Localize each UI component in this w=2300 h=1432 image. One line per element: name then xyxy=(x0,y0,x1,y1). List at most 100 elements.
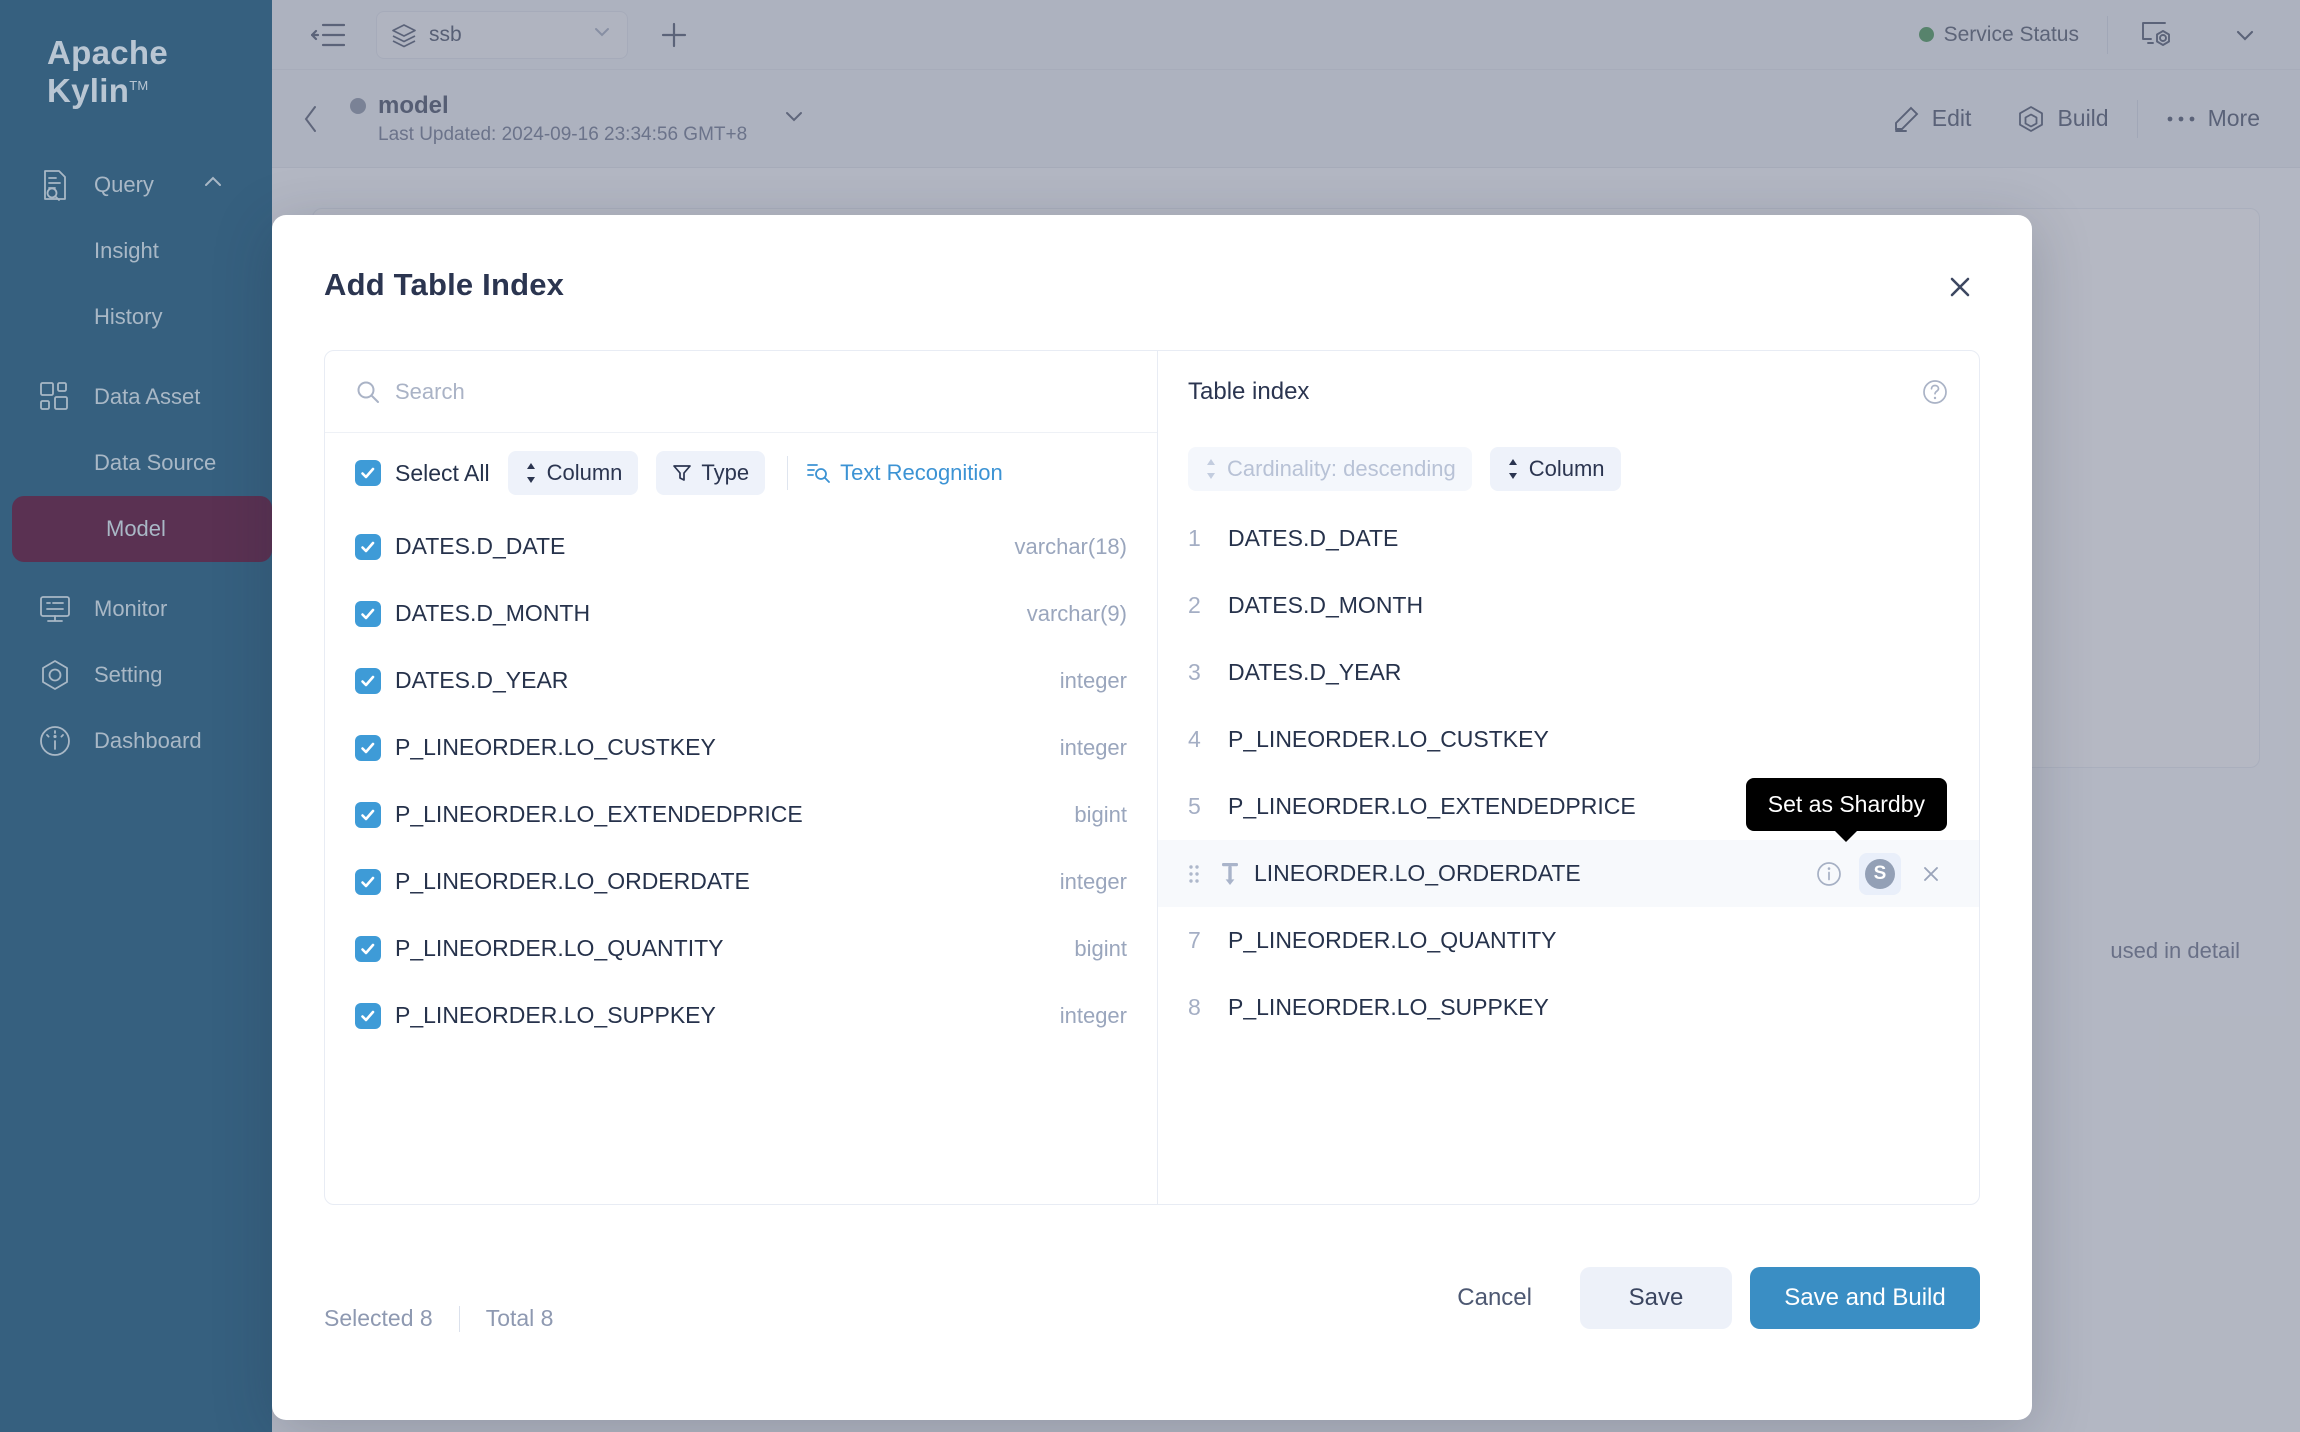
drag-handle-icon[interactable] xyxy=(1188,863,1204,885)
cardinality-sort-chip[interactable]: Cardinality: descending xyxy=(1188,447,1472,491)
text-recognition-button[interactable]: Text Recognition xyxy=(806,460,1003,486)
column-row[interactable]: DATES.D_DATE varchar(18) xyxy=(325,513,1157,580)
sidebar-item-dashboard[interactable]: Dashboard xyxy=(0,708,272,774)
table-row[interactable]: 1 DATES.D_DATE xyxy=(1158,505,1979,572)
column-row[interactable]: P_LINEORDER.LO_SUPPKEY integer xyxy=(325,982,1157,1049)
column-checkbox[interactable] xyxy=(355,868,381,895)
project-name-label: ssb xyxy=(429,22,462,46)
column-row[interactable]: P_LINEORDER.LO_ORDERDATE integer xyxy=(325,848,1157,915)
layers-icon xyxy=(391,22,417,48)
close-small-icon[interactable] xyxy=(1913,856,1949,892)
sort-chip-label: Column xyxy=(546,460,623,485)
more-actions-button[interactable]: More xyxy=(2166,105,2260,132)
column-row[interactable]: DATES.D_MONTH varchar(9) xyxy=(325,580,1157,647)
model-actions-divider xyxy=(2136,99,2138,138)
column-type: integer xyxy=(1059,734,1127,760)
sidebar-item-monitor[interactable]: Monitor xyxy=(0,576,272,642)
sidebar-item-query[interactable]: Query xyxy=(0,152,272,218)
column-checkbox[interactable] xyxy=(355,600,381,627)
row-number: 5 xyxy=(1188,793,1201,819)
main-sidebar: Apache KylinTM Query Insight History Dat… xyxy=(0,0,272,1432)
chevron-up-icon[interactable] xyxy=(200,169,226,201)
sort-updown-icon xyxy=(524,462,538,484)
table-index-rows: 1 DATES.D_DATE 2 DATES.D_MONTH 3 DATES.D… xyxy=(1158,505,1979,1204)
save-and-build-button[interactable]: Save and Build xyxy=(1750,1267,1980,1329)
edit-model-button[interactable]: Edit xyxy=(1892,105,1971,133)
info-circle-icon[interactable] xyxy=(1811,856,1847,892)
row-actions: S xyxy=(1799,852,1949,895)
project-selector[interactable]: ssb xyxy=(376,10,628,59)
column-name: P_LINEORDER.LO_QUANTITY xyxy=(395,935,724,961)
dashboard-gauge-icon xyxy=(34,720,76,762)
table-row[interactable]: 2 DATES.D_MONTH xyxy=(1158,572,1979,639)
select-all-checkbox[interactable] xyxy=(355,460,381,486)
filter-by-type-chip[interactable]: Type xyxy=(656,451,766,495)
column-checkbox[interactable] xyxy=(355,667,381,694)
sidebar-item-insight[interactable]: Insight xyxy=(0,218,272,284)
sidebar-item-data-asset[interactable]: Data Asset xyxy=(0,364,272,430)
user-menu-chevron-down-icon[interactable] xyxy=(2224,14,2266,56)
column-sort-chip[interactable]: Column xyxy=(1489,447,1621,491)
column-row[interactable]: P_LINEORDER.LO_QUANTITY bigint xyxy=(325,915,1157,982)
dialog-panels: Select All Column Type xyxy=(324,350,1980,1205)
column-row[interactable]: P_LINEORDER.LO_CUSTKEY integer xyxy=(325,714,1157,781)
chevron-left-icon[interactable] xyxy=(296,99,326,139)
table-index-title: Table index xyxy=(1188,378,1310,405)
brand-name: Apache Kylin xyxy=(47,34,169,109)
page-title: Add Table Index xyxy=(324,267,565,302)
column-checkbox[interactable] xyxy=(355,734,381,761)
save-button[interactable]: Save xyxy=(1580,1267,1732,1329)
sidebar-item-model[interactable]: Model xyxy=(12,496,272,562)
column-checkbox[interactable] xyxy=(355,1002,381,1029)
column-checkbox[interactable] xyxy=(355,533,381,560)
service-status-indicator[interactable]: Service Status xyxy=(1918,22,2079,47)
table-row[interactable]: 3 DATES.D_YEAR xyxy=(1158,639,1979,706)
column-type: bigint xyxy=(1074,801,1127,827)
table-row[interactable]: 8 P_LINEORDER.LO_SUPPKEY xyxy=(1158,974,1979,1041)
close-icon[interactable] xyxy=(1940,267,1980,307)
row-number: 2 xyxy=(1188,592,1201,618)
table-row[interactable]: 7 P_LINEORDER.LO_QUANTITY xyxy=(1158,907,1979,974)
column-name: DATES.D_DATE xyxy=(395,533,566,559)
column-checkbox[interactable] xyxy=(355,801,381,828)
model-expand-chevron-down-icon[interactable] xyxy=(781,103,807,134)
column-row[interactable]: DATES.D_YEAR integer xyxy=(325,647,1157,714)
footer-counts: Selected 8 Total 8 xyxy=(324,1305,553,1332)
add-project-button[interactable] xyxy=(654,15,694,55)
row-number: 4 xyxy=(1188,726,1201,752)
system-monitor-icon[interactable] xyxy=(2136,14,2178,56)
row-column-name: DATES.D_DATE xyxy=(1228,525,1399,551)
background-note-text: used in detail xyxy=(2110,938,2240,963)
column-row[interactable]: P_LINEORDER.LO_EXTENDEDPRICE bigint xyxy=(325,781,1157,848)
text-recognition-icon xyxy=(806,462,831,484)
collapse-sidebar-icon[interactable] xyxy=(308,15,348,55)
model-header-bar: model Last Updated: 2024-09-16 23:34:56 … xyxy=(272,70,2300,168)
sidebar-item-data-source[interactable]: Data Source xyxy=(0,430,272,496)
table-row[interactable]: 4 P_LINEORDER.LO_CUSTKEY xyxy=(1158,706,1979,773)
sidebar-item-setting[interactable]: Setting xyxy=(0,642,272,708)
chevron-down-icon[interactable] xyxy=(591,21,613,49)
ellipsis-icon xyxy=(2166,114,2196,124)
sidebar-item-history[interactable]: History xyxy=(0,284,272,350)
counts-divider xyxy=(458,1305,460,1332)
cancel-button[interactable]: Cancel xyxy=(1427,1267,1562,1329)
pin-icon[interactable] xyxy=(1218,861,1244,887)
sidebar-item-label: Dashboard xyxy=(94,728,202,753)
topbar-divider xyxy=(2107,15,2108,54)
shardby-s-icon[interactable]: S xyxy=(1859,852,1901,895)
table-row-selected[interactable]: LINEORDER.LO_ORDERDATE S Set as Shardby xyxy=(1158,778,1979,907)
row-column-name: P_LINEORDER.LO_SUPPKEY xyxy=(1228,994,1549,1020)
row-column-name: DATES.D_YEAR xyxy=(1228,659,1402,685)
sort-by-column-chip[interactable]: Column xyxy=(507,451,639,495)
column-name: P_LINEORDER.LO_CUSTKEY xyxy=(395,734,716,760)
column-checkbox[interactable] xyxy=(355,935,381,962)
topbar-right-group: Service Status xyxy=(1918,14,2300,56)
row-column-name: LINEORDER.LO_ORDERDATE xyxy=(1254,860,1581,886)
search-input[interactable] xyxy=(395,378,1035,405)
service-status-label: Service Status xyxy=(1943,22,2079,46)
column-type: integer xyxy=(1059,868,1127,894)
table-index-header: Table index xyxy=(1158,351,1979,433)
question-circle-icon[interactable] xyxy=(1921,378,1949,406)
table-index-panel: Table index Cardinality: descending Colu… xyxy=(1158,351,1979,1204)
build-model-button[interactable]: Build xyxy=(2017,105,2109,133)
